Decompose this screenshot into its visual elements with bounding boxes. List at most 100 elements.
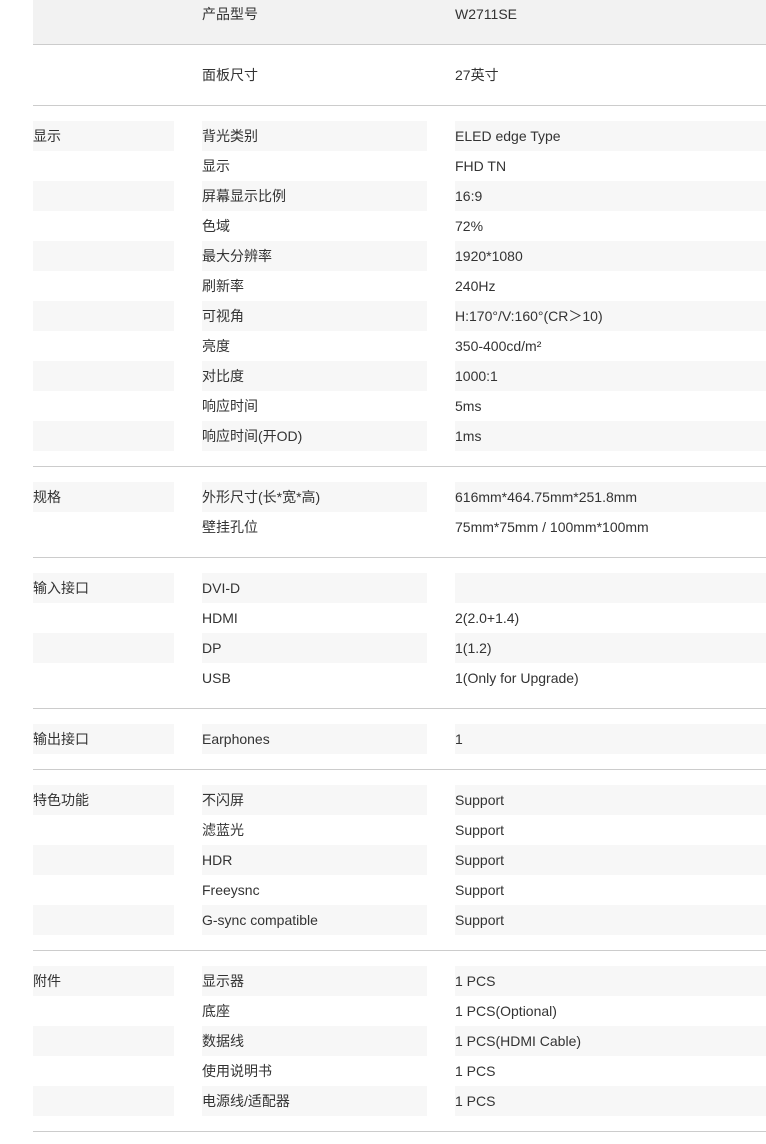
spec-value: 1(1.2) xyxy=(455,633,766,663)
spec-row: 滤蓝光 Support xyxy=(33,815,766,845)
spec-value: 1 xyxy=(455,724,766,754)
spec-label: 可视角 xyxy=(202,301,427,331)
section-title-cell xyxy=(33,996,174,1026)
section-title-cell xyxy=(33,241,174,271)
spec-value: Support xyxy=(455,882,505,898)
spec-value: 75mm*75mm / 100mm*100mm xyxy=(455,519,649,535)
spec-row: 显示 FHD TN xyxy=(33,151,766,181)
spec-label: 滤蓝光 xyxy=(202,822,244,838)
spec-label: G-sync compatible xyxy=(202,905,427,935)
section-title-cell xyxy=(33,603,174,633)
spec-label: HDMI xyxy=(202,610,238,626)
section-title-cell xyxy=(33,211,174,241)
section-specification: 规格 外形尺寸(长*宽*高) 616mm*464.75mm*251.8mm 壁挂孔位 7… xyxy=(33,467,766,558)
spec-value: 16:9 xyxy=(455,181,766,211)
section-title-cell xyxy=(33,905,174,935)
section-title-cell xyxy=(33,301,174,331)
spec-label: Freeysnc xyxy=(202,882,260,898)
spec-value: Support xyxy=(455,905,766,935)
spec-label: 底座 xyxy=(202,1003,230,1019)
spec-label: 面板尺寸 xyxy=(202,67,258,83)
section-title-cell xyxy=(33,391,174,421)
spec-value: 2(2.0+1.4) xyxy=(455,610,520,626)
spec-row: 亮度 350-400cd/m² xyxy=(33,331,766,361)
spec-label: HDR xyxy=(202,845,427,875)
section-title-cell xyxy=(33,361,174,391)
spec-row: 刷新率 240Hz xyxy=(33,271,766,301)
spec-label: USB xyxy=(202,670,231,686)
spec-value: 1000:1 xyxy=(455,361,766,391)
spec-row: 对比度 1000:1 xyxy=(33,361,766,391)
spec-label: 亮度 xyxy=(202,338,230,354)
spec-row: HDR Support xyxy=(33,845,766,875)
spec-value: 1 PCS xyxy=(455,1063,496,1079)
spec-value: FHD TN xyxy=(455,158,507,174)
spec-label: DP xyxy=(202,633,427,663)
spec-row: 响应时间 5ms xyxy=(33,391,766,421)
section-accessories: 附件 显示器 1 PCS 底座 1 PCS(Optional) 数据线 1 PCS(HDMI… xyxy=(33,951,766,1132)
spec-row: 色域 72% xyxy=(33,211,766,241)
spec-row: 响应时间(开OD) 1ms xyxy=(33,421,766,451)
spec-row: 底座 1 PCS(Optional) xyxy=(33,996,766,1026)
spec-label: 使用说明书 xyxy=(202,1063,272,1079)
spec-value: 1ms xyxy=(455,421,766,451)
spec-value: 27英寸 xyxy=(455,67,499,83)
section-title-cell xyxy=(33,633,174,663)
section-title: 显示 xyxy=(33,121,174,151)
spec-value: W2711SE xyxy=(455,6,517,22)
spec-value: 240Hz xyxy=(455,278,496,294)
spec-value: 350-400cd/m² xyxy=(455,338,542,354)
spec-label: 色域 xyxy=(202,218,230,234)
spec-value: 1 PCS(HDMI Cable) xyxy=(455,1026,766,1056)
section-title: 输出接口 xyxy=(33,724,174,754)
section-features: 特色功能 不闪屏 Support 滤蓝光 Support HDR Support Freeys… xyxy=(33,770,766,951)
spec-row: 屏幕显示比例 16:9 xyxy=(33,181,766,211)
spec-label: 刷新率 xyxy=(202,278,244,294)
spec-value: 1 PCS xyxy=(455,1086,766,1116)
spec-table: 产品型号 W2711SE 面板尺寸 27英寸 显示 背光类别 ELED edge T… xyxy=(33,0,766,1132)
spec-value xyxy=(455,573,766,603)
spec-row: 数据线 1 PCS(HDMI Cable) xyxy=(33,1026,766,1056)
section-title-cell xyxy=(33,421,174,451)
section-title-cell xyxy=(33,271,174,301)
section-title-cell xyxy=(33,663,174,693)
section-display: 显示 背光类别 ELED edge Type 显示 FHD TN 屏幕显示比例 16:9 色域… xyxy=(33,106,766,467)
spec-value: Support xyxy=(455,785,766,815)
spec-label: 产品型号 xyxy=(202,6,258,22)
section-title-cell xyxy=(33,1056,174,1086)
spec-label: 壁挂孔位 xyxy=(202,519,258,535)
spec-row: 可视角 H:170°/V:160°(CR＞10) xyxy=(33,301,766,331)
spec-row: 输出接口 Earphones 1 xyxy=(33,724,766,754)
spec-value: 616mm*464.75mm*251.8mm xyxy=(455,482,766,512)
spec-row: 显示 背光类别 ELED edge Type xyxy=(33,121,766,151)
section-title: 附件 xyxy=(33,966,174,996)
spec-label: 电源线/适配器 xyxy=(202,1086,427,1116)
spec-label: 最大分辨率 xyxy=(202,241,427,271)
spec-label: 不闪屏 xyxy=(202,785,427,815)
spec-value: 1920*1080 xyxy=(455,241,766,271)
spec-row: 输入接口 DVI-D xyxy=(33,573,766,603)
spec-row-panel-size: 面板尺寸 27英寸 xyxy=(33,45,766,106)
spec-value: H:170°/V:160°(CR＞10) xyxy=(455,301,766,331)
spec-row: 附件 显示器 1 PCS xyxy=(33,966,766,996)
section-title-cell xyxy=(33,1086,174,1116)
spec-value: Support xyxy=(455,845,766,875)
spec-row: USB 1(Only for Upgrade) xyxy=(33,663,766,693)
spec-row: HDMI 2(2.0+1.4) xyxy=(33,603,766,633)
spec-value: 5ms xyxy=(455,398,482,414)
spec-label: 屏幕显示比例 xyxy=(202,181,427,211)
spec-row: G-sync compatible Support xyxy=(33,905,766,935)
section-title-cell xyxy=(33,845,174,875)
spec-row: Freeysnc Support xyxy=(33,875,766,905)
section-title: 特色功能 xyxy=(33,785,174,815)
section-output-ports: 输出接口 Earphones 1 xyxy=(33,709,766,770)
spec-value: 1 PCS xyxy=(455,966,766,996)
spec-row: 规格 外形尺寸(长*宽*高) 616mm*464.75mm*251.8mm xyxy=(33,482,766,512)
section-title-cell xyxy=(33,815,174,845)
spec-label: Earphones xyxy=(202,724,427,754)
spec-row-model: 产品型号 W2711SE xyxy=(33,0,766,45)
spec-label: 外形尺寸(长*宽*高) xyxy=(202,482,427,512)
spec-row: 壁挂孔位 75mm*75mm / 100mm*100mm xyxy=(33,512,766,542)
spec-label: 显示器 xyxy=(202,966,427,996)
spec-row: 使用说明书 1 PCS xyxy=(33,1056,766,1086)
